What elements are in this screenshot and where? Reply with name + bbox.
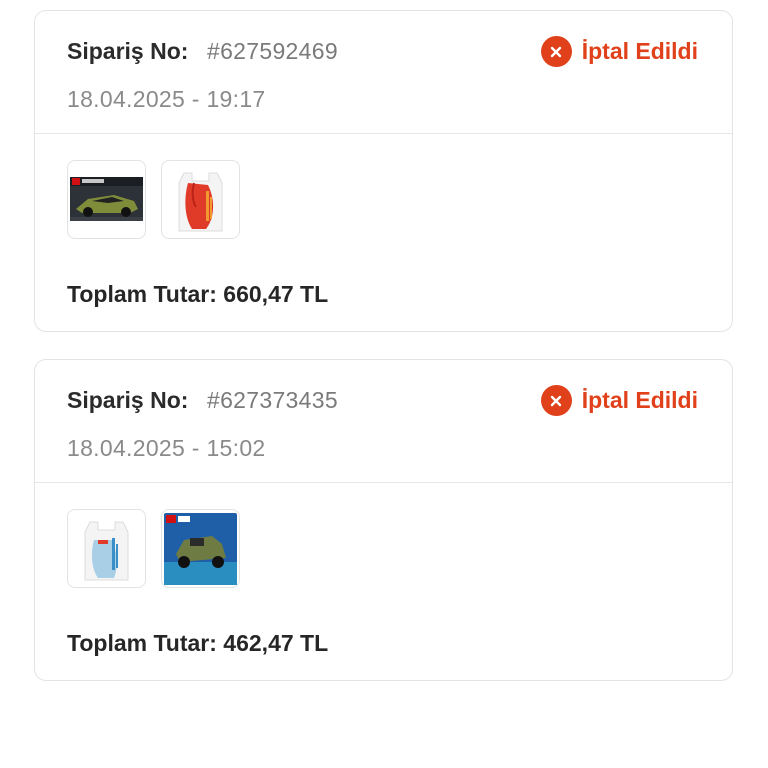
- order-card[interactable]: Sipariş No: #627592469 18.04.2025 - 19:1…: [34, 10, 733, 332]
- cancel-icon: [540, 36, 572, 67]
- order-status: İptal Edildi: [540, 385, 698, 416]
- order-header: Sipariş No: #627373435 18.04.2025 - 15:0…: [35, 360, 732, 483]
- shopping-bag-icon: [84, 521, 129, 581]
- order-number: #627373435: [207, 387, 338, 413]
- order-number-label: Sipariş No:: [67, 387, 189, 413]
- cancel-icon: [540, 385, 572, 416]
- order-items: [67, 509, 255, 588]
- order-number: #627592469: [207, 38, 338, 64]
- order-items: [67, 160, 255, 239]
- product-thumbnail-migros-bag[interactable]: [161, 160, 240, 239]
- status-label: İptal Edildi: [581, 38, 698, 64]
- order-date: 18.04.2025 - 15:02: [67, 435, 266, 461]
- order-header: Sipariş No: #627592469 18.04.2025 - 19:1…: [35, 11, 732, 134]
- product-thumbnail-lego-city[interactable]: [161, 509, 240, 588]
- status-label: İptal Edildi: [581, 387, 698, 413]
- shopping-bag-icon: [178, 172, 223, 232]
- order-total: Toplam Tutar: 660,47 TL: [67, 281, 329, 307]
- product-thumbnail-lego-speed-champions[interactable]: [67, 160, 146, 239]
- lego-box-icon: [164, 513, 237, 585]
- order-number-label: Sipariş No:: [67, 38, 189, 64]
- product-thumbnail-migros-bag[interactable]: [67, 509, 146, 588]
- order-status: İptal Edildi: [540, 36, 698, 67]
- order-total: Toplam Tutar: 462,47 TL: [67, 630, 329, 656]
- order-date: 18.04.2025 - 19:17: [67, 86, 266, 112]
- lego-box-icon: [70, 177, 143, 221]
- order-card[interactable]: Sipariş No: #627373435 18.04.2025 - 15:0…: [34, 359, 733, 681]
